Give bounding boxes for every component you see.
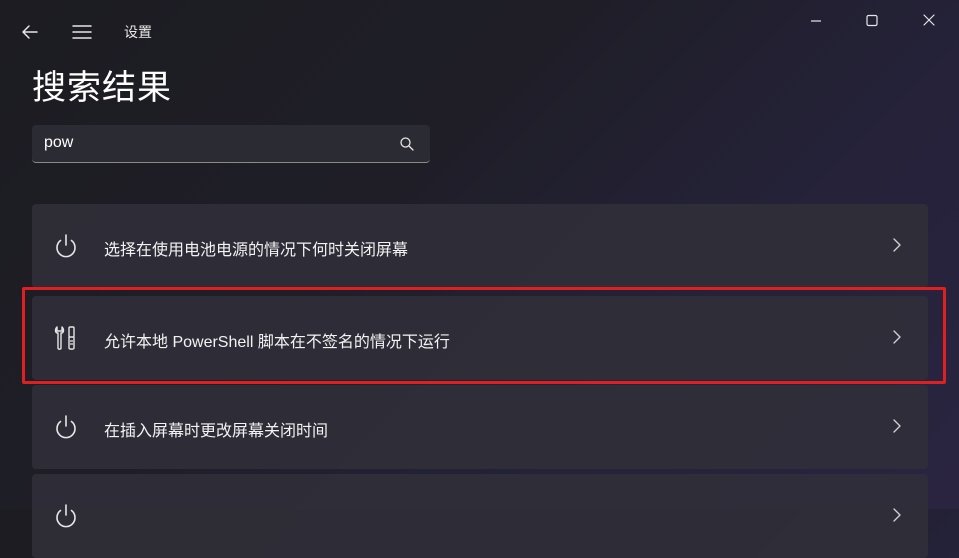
- back-arrow-icon: [22, 25, 38, 39]
- close-button[interactable]: [917, 10, 941, 32]
- chevron-right-icon: [890, 329, 904, 345]
- power-icon: [52, 232, 80, 260]
- chevron-right-icon: [890, 237, 904, 253]
- minimize-button[interactable]: [804, 10, 828, 32]
- search-icon: [400, 137, 414, 151]
- maximize-button[interactable]: [860, 10, 884, 32]
- minimize-icon: [811, 20, 821, 22]
- title-bar: 设置: [0, 0, 959, 62]
- result-item-screen-plugged-in[interactable]: 在插入屏幕时更改屏幕关闭时间: [32, 385, 928, 469]
- result-item-partial[interactable]: [32, 474, 928, 558]
- result-label: 选择在使用电池电源的情况下何时关闭屏幕: [104, 242, 409, 259]
- search-button[interactable]: [399, 136, 415, 152]
- result-item-powershell-scripts[interactable]: 允许本地 PowerShell 脚本在不签名的情况下运行: [32, 296, 928, 380]
- result-label: 允许本地 PowerShell 脚本在不签名的情况下运行: [104, 334, 450, 351]
- back-button[interactable]: [18, 20, 44, 44]
- app-title: 设置: [124, 24, 152, 40]
- result-label: 在插入屏幕时更改屏幕关闭时间: [104, 423, 329, 440]
- power-icon: [52, 413, 80, 441]
- close-icon: [923, 14, 935, 26]
- power-icon: [52, 502, 80, 530]
- result-item-battery-screen-off[interactable]: 选择在使用电池电源的情况下何时关闭屏幕: [32, 204, 928, 288]
- search-input[interactable]: [44, 133, 384, 153]
- navigation-menu-button[interactable]: [70, 20, 94, 44]
- developer-tools-icon: [52, 324, 80, 352]
- page-title: 搜索结果: [32, 69, 172, 107]
- chevron-right-icon: [890, 507, 904, 523]
- maximize-icon: [866, 14, 878, 27]
- chevron-right-icon: [890, 418, 904, 434]
- hamburger-menu-icon: [72, 25, 92, 39]
- search-box[interactable]: [32, 125, 430, 163]
